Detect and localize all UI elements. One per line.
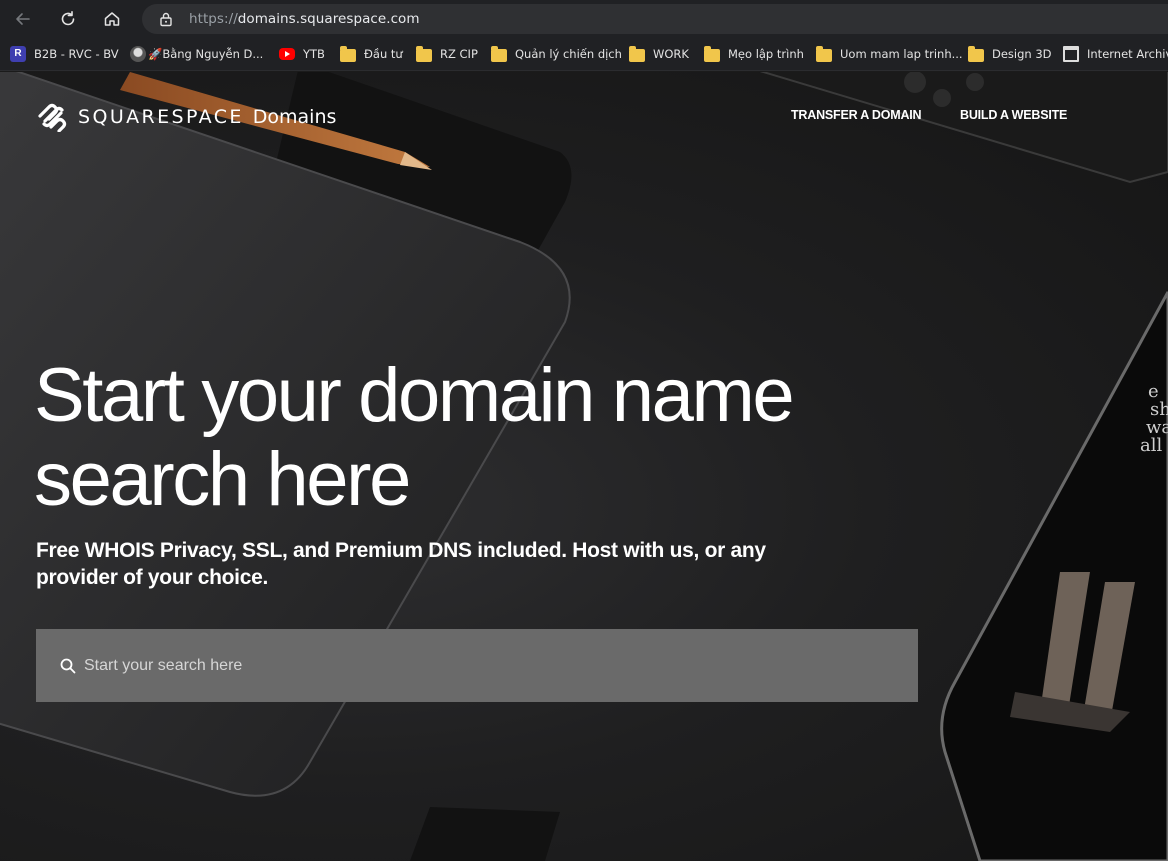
youtube-icon: [279, 48, 295, 60]
avatar-icon: [130, 46, 146, 62]
url-host: domains.squarespace.com: [237, 11, 420, 27]
reload-icon[interactable]: [55, 6, 81, 32]
r-app-icon: R: [10, 46, 26, 62]
page-title: Start your domain name search here: [34, 353, 795, 522]
bookmark-label: RZ CIP: [440, 47, 478, 61]
folder-icon: [629, 45, 645, 62]
back-icon[interactable]: [10, 6, 36, 32]
squarespace-logo-icon: [38, 103, 67, 132]
hero-section: e sh wa all t SQUARESPACE Domains TRANSF…: [0, 72, 1168, 861]
squarespace-logo[interactable]: SQUARESPACE Domains: [36, 102, 336, 132]
bookmark-work[interactable]: WORK: [629, 45, 689, 63]
logo-wordmark: SQUARESPACE: [78, 106, 244, 128]
bookmark-label: Quản lý chiến dịch: [515, 47, 622, 61]
browser-toolbar: https://domains.squarespace.com: [0, 0, 1168, 38]
bookmark-label: Internet Archive: [1087, 47, 1168, 61]
bookmark-label: Mẹo lập trình: [728, 47, 804, 61]
home-icon[interactable]: [99, 6, 125, 32]
bookmark-bang-nguyen[interactable]: 🚀Bằng Nguyễn D...: [130, 45, 263, 63]
bookmark-ytb[interactable]: YTB: [279, 45, 325, 63]
build-website-link[interactable]: BUILD A WEBSITE: [960, 108, 1067, 122]
address-bar[interactable]: https://domains.squarespace.com: [142, 4, 1168, 34]
bookmark-internet-archive[interactable]: Internet Archive: [1063, 45, 1168, 63]
bookmark-rz-cip[interactable]: RZ CIP: [416, 45, 478, 63]
bookmarks-bar: R B2B - RVC - BV 🚀Bằng Nguyễn D... YTB Đầ…: [0, 38, 1168, 71]
bookmark-label: WORK: [653, 47, 689, 61]
bookmark-dau-tu[interactable]: Đầu tư: [340, 45, 403, 63]
bookmark-design-3d[interactable]: Design 3D: [968, 45, 1052, 63]
search-icon: [60, 658, 76, 674]
bookmark-b2b[interactable]: R B2B - RVC - BV: [10, 45, 119, 63]
bookmark-uom-mam[interactable]: Uom mam lap trinh...: [816, 45, 963, 63]
bookmark-label: Design 3D: [992, 47, 1052, 61]
url-scheme: https://: [189, 11, 238, 27]
svg-text:all t: all t: [1140, 435, 1168, 456]
logo-subtitle: Domains: [252, 106, 337, 128]
page-subtitle: Free WHOIS Privacy, SSL, and Premium DNS…: [36, 539, 766, 589]
bookmark-label: YTB: [303, 47, 325, 61]
folder-icon: [704, 45, 720, 62]
domain-search-box[interactable]: [36, 629, 918, 702]
folder-icon: [968, 45, 984, 62]
domain-search-input[interactable]: [84, 629, 884, 702]
folder-icon: [816, 45, 832, 62]
url-text: https://domains.squarespace.com: [189, 11, 420, 27]
bookmark-label: 🚀Bằng Nguyễn D...: [148, 47, 264, 61]
folder-icon: [416, 45, 432, 62]
bookmark-label: Uom mam lap trinh...: [840, 47, 963, 61]
museum-icon: [1063, 46, 1079, 62]
lock-icon[interactable]: [158, 11, 174, 27]
bookmark-meo-lap-trinh[interactable]: Mẹo lập trình: [704, 45, 804, 63]
bookmark-label: Đầu tư: [364, 47, 403, 61]
folder-icon: [340, 45, 356, 62]
bookmark-quan-ly[interactable]: Quản lý chiến dịch: [491, 45, 622, 63]
bookmark-label: B2B - RVC - BV: [34, 47, 119, 61]
folder-icon: [491, 45, 507, 62]
transfer-domain-link[interactable]: TRANSFER A DOMAIN: [791, 108, 922, 122]
